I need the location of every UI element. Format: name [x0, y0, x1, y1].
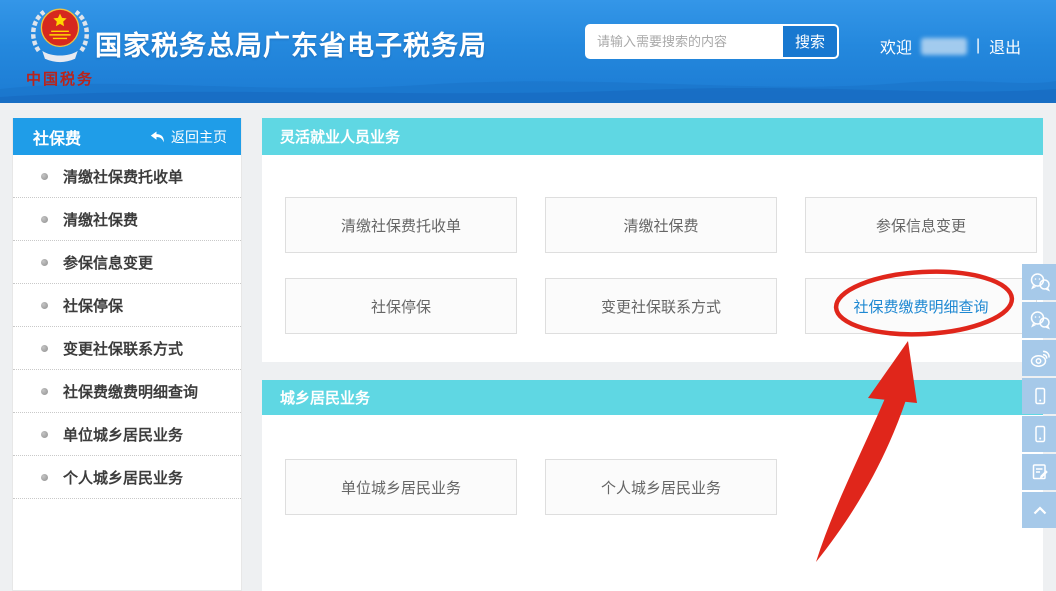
user-bar: 欢迎 | 退出	[880, 34, 1021, 58]
sidebar-header: 社保费 返回主页	[13, 118, 241, 155]
search-input[interactable]	[587, 26, 783, 57]
site-title: 国家税务总局广东省电子税务局	[95, 24, 487, 63]
sidebar-item-shebao-tingbao[interactable]: 社保停保	[13, 284, 241, 327]
section-header-urban-rural-residents: 城乡居民业务	[262, 380, 1043, 415]
sidebar-item-geren-chengxiang[interactable]: 个人城乡居民业务	[13, 456, 241, 499]
sidebar-item-qingjiao-tuoshoudan[interactable]: 清缴社保费托收单	[13, 155, 241, 198]
search-button[interactable]: 搜索	[783, 26, 837, 57]
sidebar-item-biangeng-lianxi-fangshi[interactable]: 变更社保联系方式	[13, 327, 241, 370]
grid-button-danwei-chengxiang[interactable]: 单位城乡居民业务	[285, 459, 517, 515]
form-edit-icon[interactable]	[1022, 454, 1056, 490]
bullet-icon	[41, 431, 48, 438]
site-logo: 中国税务	[14, 3, 106, 89]
floating-toolbar	[1022, 264, 1056, 528]
grid-button-qingjiao-tuoshoudan[interactable]: 清缴社保费托收单	[285, 197, 517, 253]
header-search: 搜索	[585, 24, 839, 59]
back-to-top-icon[interactable]	[1022, 492, 1056, 528]
button-row: 社保停保 变更社保联系方式 社保费缴费明细查询	[262, 278, 1043, 334]
reply-arrow-icon	[150, 131, 165, 143]
china-tax-emblem-icon	[20, 3, 100, 65]
sidebar-item-danwei-chengxiang[interactable]: 单位城乡居民业务	[13, 413, 241, 456]
sidebar: 社保费 返回主页 清缴社保费托收单 清缴社保费 参保信息变更 社保停保	[12, 118, 242, 591]
back-to-home-label: 返回主页	[171, 127, 227, 147]
grid-button-canbao-xinxi-biangeng[interactable]: 参保信息变更	[805, 197, 1037, 253]
bullet-icon	[41, 388, 48, 395]
sidebar-item-canbao-xinxi-biangeng[interactable]: 参保信息变更	[13, 241, 241, 284]
mountain-silhouette-decoration	[0, 59, 1056, 103]
mobile-phone-icon[interactable]	[1022, 378, 1056, 414]
button-row: 清缴社保费托收单 清缴社保费 参保信息变更	[262, 197, 1043, 253]
section-body-urban-rural-residents: 单位城乡居民业务 个人城乡居民业务	[262, 415, 1043, 591]
logout-link[interactable]: 退出	[989, 34, 1021, 58]
separator: |	[976, 37, 980, 55]
username-redacted	[921, 38, 967, 55]
sidebar-item-qingjiao-shebaofei[interactable]: 清缴社保费	[13, 198, 241, 241]
bullet-icon	[41, 173, 48, 180]
back-to-home-link[interactable]: 返回主页	[150, 127, 227, 147]
weibo-icon[interactable]	[1022, 340, 1056, 376]
grid-button-geren-chengxiang[interactable]: 个人城乡居民业务	[545, 459, 777, 515]
button-row: 单位城乡居民业务 个人城乡居民业务	[262, 459, 1043, 515]
bullet-icon	[41, 216, 48, 223]
bullet-icon	[41, 474, 48, 481]
sidebar-item-jiaofei-mingxi-chaxun[interactable]: 社保费缴费明细查询	[13, 370, 241, 413]
sidebar-title: 社保费	[33, 125, 81, 149]
logo-caption: 中国税务	[14, 68, 106, 89]
section-body-flexible-employment: 清缴社保费托收单 清缴社保费 参保信息变更 社保停保 变更社保联系方式 社保费缴…	[262, 155, 1043, 362]
mobile-phone-icon[interactable]	[1022, 416, 1056, 452]
grid-button-biangeng-lianxi-fangshi[interactable]: 变更社保联系方式	[545, 278, 777, 334]
bullet-icon	[41, 302, 48, 309]
wechat-icon[interactable]	[1022, 302, 1056, 338]
section-gap	[262, 362, 1043, 380]
page: 中国税务 国家税务总局广东省电子税务局 搜索 欢迎 | 退出 社保费 返回主页	[0, 0, 1056, 591]
grid-button-qingjiao-shebaofei[interactable]: 清缴社保费	[545, 197, 777, 253]
grid-button-jiaofei-mingxi-chaxun-highlighted[interactable]: 社保费缴费明细查询	[805, 278, 1037, 334]
bullet-icon	[41, 345, 48, 352]
top-header: 中国税务 国家税务总局广东省电子税务局 搜索 欢迎 | 退出	[0, 0, 1056, 103]
welcome-label: 欢迎	[880, 34, 912, 58]
section-header-flexible-employment: 灵活就业人员业务	[262, 118, 1043, 155]
grid-button-shebao-tingbao[interactable]: 社保停保	[285, 278, 517, 334]
wechat-icon[interactable]	[1022, 264, 1056, 300]
bullet-icon	[41, 259, 48, 266]
main-content: 灵活就业人员业务 清缴社保费托收单 清缴社保费 参保信息变更 社保停保 变更社保…	[262, 118, 1043, 591]
